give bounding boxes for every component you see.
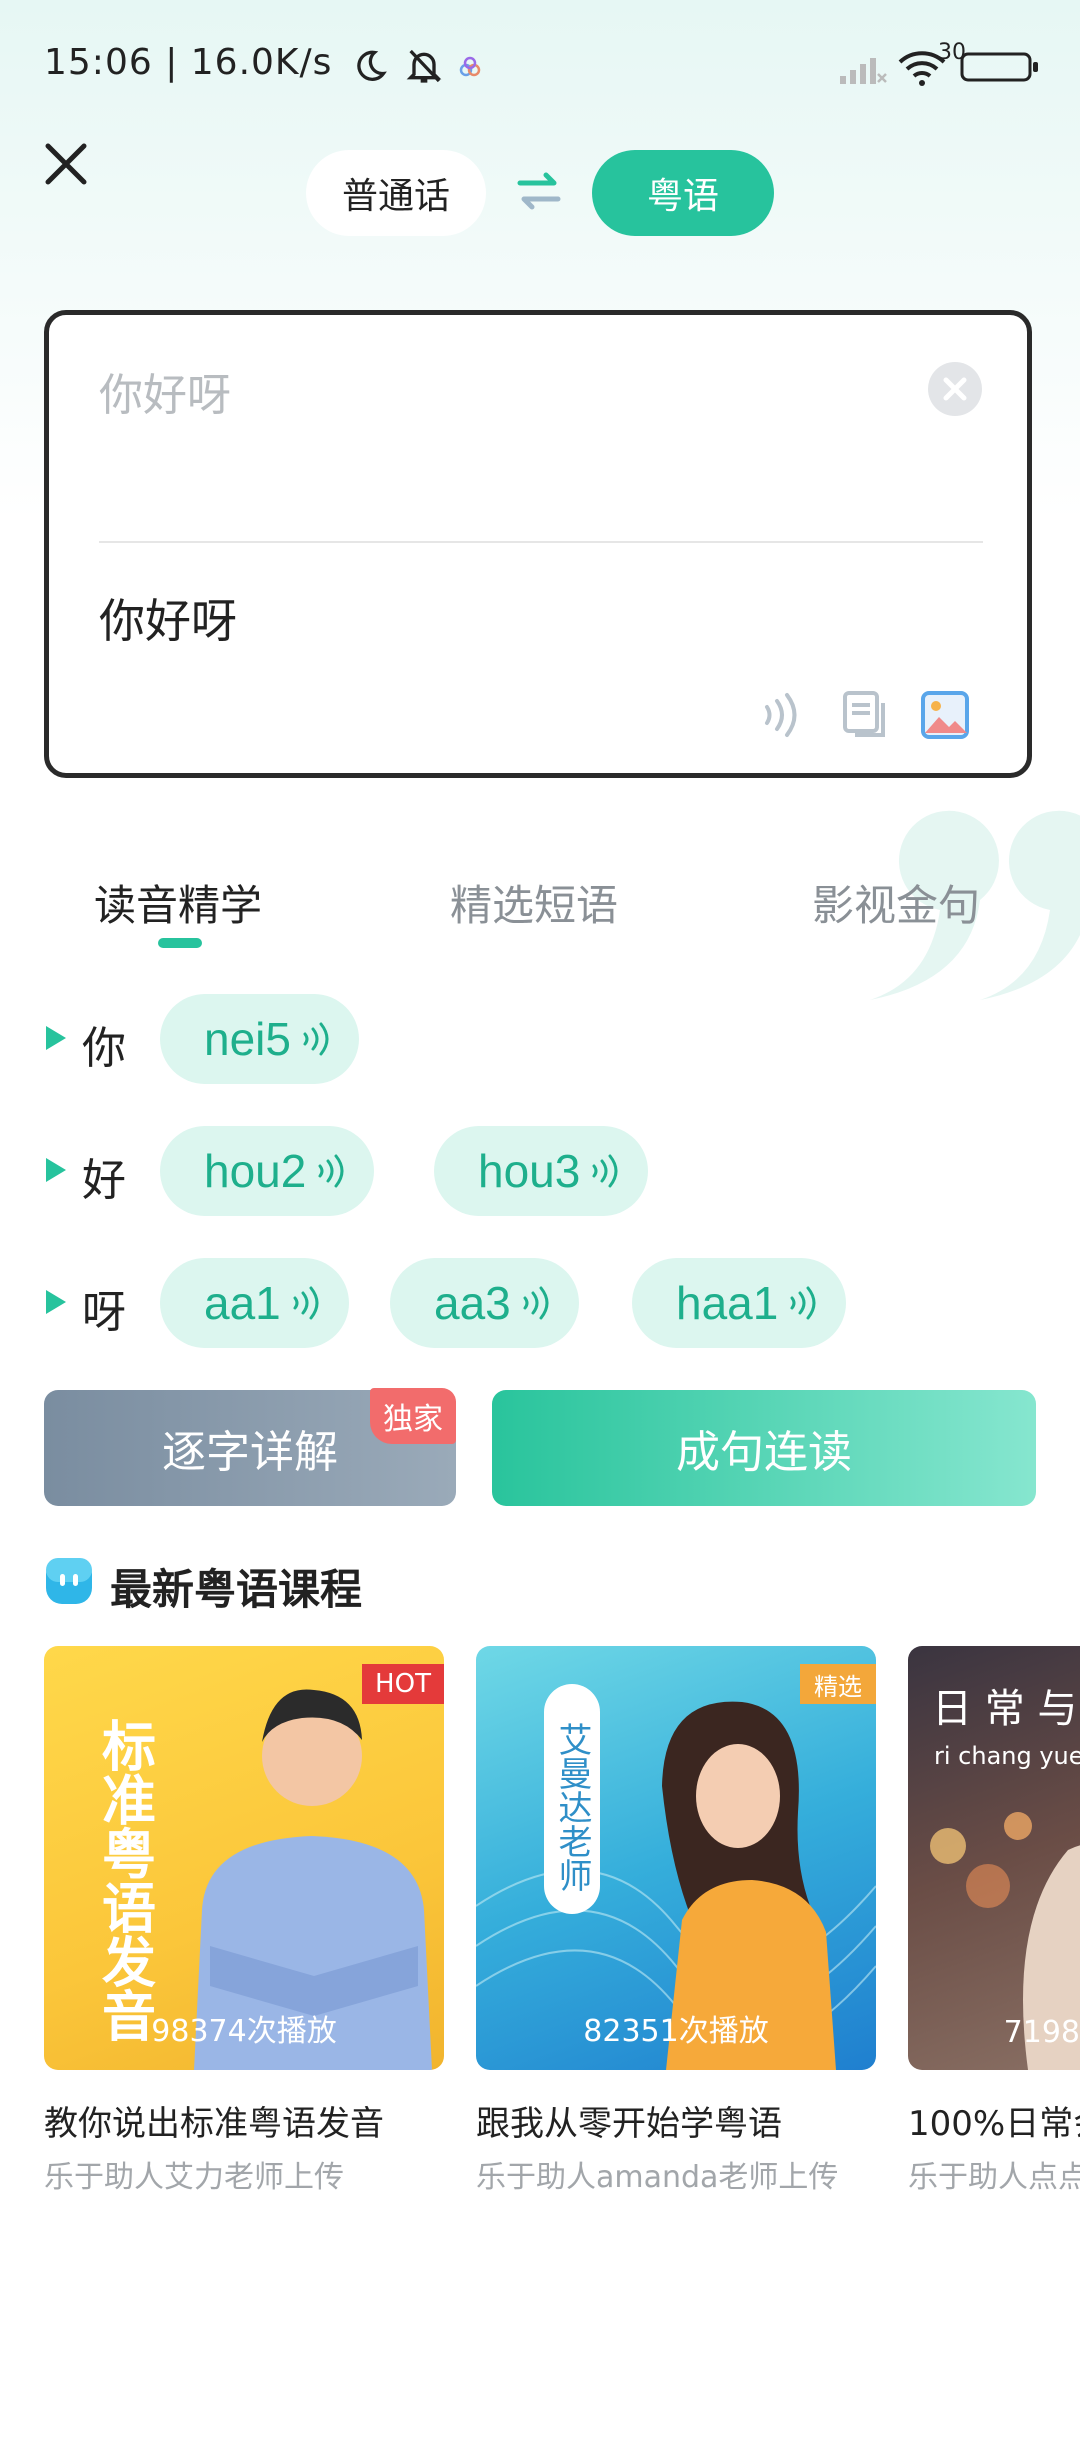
character: 好	[82, 1155, 126, 1206]
course-card[interactable]: 日 常 与 ri chang yue 7198	[908, 1646, 1080, 2070]
moon-icon	[357, 50, 387, 81]
poster-text: 日 常 与	[932, 1686, 1077, 1732]
tab-pronunciation[interactable]: 读音精学	[94, 872, 262, 933]
source-language-label: 普通话	[341, 176, 450, 217]
reading-pill[interactable]: hou3	[434, 1126, 649, 1216]
divider	[99, 541, 983, 543]
pronunciation-row: 你 nei5	[44, 994, 1044, 1084]
play-icon[interactable]	[44, 1156, 68, 1184]
speaker-icon[interactable]	[759, 689, 805, 741]
course-card[interactable]: 艾曼达老师 精选 82351次播放	[476, 1646, 876, 2070]
target-language-label: 粤语	[646, 176, 719, 217]
course-title[interactable]: 100%日常会	[908, 2096, 1080, 2145]
app-notification-icon	[459, 56, 481, 77]
sound-icon	[303, 1022, 329, 1056]
poster-text: 标准粤语发音	[93, 1718, 156, 2042]
sentence-read-button[interactable]: 成句连读	[492, 1390, 1036, 1506]
word-detail-label: 逐字详解	[162, 1427, 338, 1478]
play-icon[interactable]	[44, 1024, 68, 1052]
hot-badge: HOT	[362, 1664, 444, 1704]
reading-text: nei5	[204, 1013, 291, 1065]
battery-level: 30	[938, 40, 966, 65]
reading-pill[interactable]: nei5	[160, 994, 359, 1084]
course-title[interactable]: 跟我从零开始学粤语	[476, 2096, 782, 2145]
play-count: 98374次播放	[151, 2014, 337, 2049]
reading-text: haa1	[676, 1277, 779, 1329]
sound-icon	[523, 1286, 549, 1320]
sound-icon	[592, 1154, 618, 1188]
reading-text: hou2	[204, 1145, 307, 1197]
tab-phrases[interactable]: 精选短语	[450, 872, 618, 933]
close-icon[interactable]	[40, 138, 92, 190]
mascot-icon	[46, 1558, 92, 1604]
copy-icon[interactable]	[839, 689, 891, 741]
course-card[interactable]: 标准粤语发音 HOT 98374次播放	[44, 1646, 444, 2070]
course-poster: 日 常 与 ri chang yue	[930, 1686, 1080, 2070]
reading-text: hou3	[478, 1145, 581, 1197]
translation-output: 你好呀	[99, 594, 237, 648]
play-icon[interactable]	[44, 1288, 68, 1316]
image-icon[interactable]	[919, 689, 971, 741]
sound-icon	[790, 1286, 816, 1320]
play-count: 82351次播放	[583, 2014, 769, 2049]
reading-pill[interactable]: haa1	[632, 1258, 847, 1348]
sound-icon	[318, 1154, 344, 1188]
clear-input-icon[interactable]	[927, 361, 983, 417]
source-text-input[interactable]: 你好呀	[99, 359, 231, 423]
course-title[interactable]: 教你说出标准粤语发音	[44, 2096, 384, 2145]
featured-badge: 精选	[800, 1664, 876, 1704]
reading-pill[interactable]: aa3	[390, 1258, 579, 1348]
character: 呀	[82, 1287, 126, 1338]
section-title: 最新粤语课程	[110, 1565, 363, 1614]
reading-text: aa1	[204, 1277, 281, 1329]
poster-subtext: ri chang yue	[934, 1742, 1080, 1770]
pronunciation-row: 呀 aa1 aa3 haa1	[44, 1258, 1044, 1348]
bell-muted-icon	[406, 49, 442, 83]
swap-languages-icon[interactable]	[516, 168, 562, 214]
character: 你	[82, 1023, 126, 1074]
reading-text: aa3	[434, 1277, 511, 1329]
status-bar: 15:06 | 16.0K/s 30	[44, 40, 1038, 92]
course-uploader: 乐于助人点点	[908, 2160, 1080, 2195]
course-uploader: 乐于助人amanda老师上传	[476, 2160, 839, 2195]
signal-icon	[840, 58, 887, 84]
pronunciation-row: 好 hou2 hou3	[44, 1126, 1044, 1216]
translator-card: 你好呀 你好呀	[44, 310, 1032, 778]
sentence-read-label: 成句连读	[676, 1427, 852, 1478]
source-language-button[interactable]: 普通话	[306, 150, 486, 236]
reading-pill[interactable]: aa1	[160, 1258, 349, 1348]
poster-text: 艾曼达老师	[552, 1722, 592, 1892]
target-language-button[interactable]: 粤语	[592, 150, 774, 236]
active-tab-indicator	[158, 938, 202, 948]
exclusive-badge: 独家	[370, 1388, 456, 1444]
play-count: 7198	[1003, 2015, 1080, 2050]
sound-icon	[293, 1286, 319, 1320]
course-uploader: 乐于助人艾力老师上传	[44, 2160, 344, 2195]
reading-pill[interactable]: hou2	[160, 1126, 375, 1216]
status-time: 15:06 | 16.0K/s	[44, 42, 333, 83]
tab-movie-quotes[interactable]: 影视金句	[812, 872, 980, 933]
